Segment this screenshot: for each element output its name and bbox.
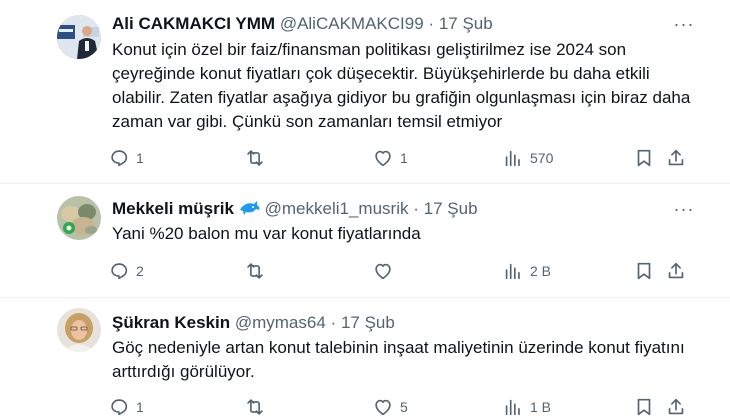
bookmark-icon xyxy=(637,149,651,167)
like-icon xyxy=(375,150,391,167)
tweet-header: Ali CAKMAKCI YMM @AliCAKMAKCI99 · 17 Şub xyxy=(112,14,493,34)
retweet-icon xyxy=(247,150,263,166)
tweet-date[interactable]: 17 Şub xyxy=(424,199,478,218)
reply-icon xyxy=(111,399,128,416)
reply-button[interactable]: 1 xyxy=(108,395,144,419)
author-name[interactable]: Mekkeli müşrik xyxy=(112,199,234,218)
views-icon xyxy=(505,150,520,167)
reply-count: 1 xyxy=(136,399,144,415)
like-button[interactable] xyxy=(372,259,400,283)
bookmark-button[interactable] xyxy=(633,146,655,170)
tweet-actions: 2 2 B xyxy=(108,259,698,283)
avatar[interactable] xyxy=(57,308,101,352)
like-icon xyxy=(375,399,391,416)
view-count: 2 B xyxy=(530,263,552,279)
views-icon xyxy=(505,399,520,416)
like-icon xyxy=(375,263,391,280)
bookmark-button[interactable] xyxy=(633,395,655,419)
reply-button[interactable]: 1 xyxy=(108,146,144,170)
author-handle[interactable]: @AliCAKMAKCI99 xyxy=(280,14,424,33)
tweet-actions: 1 1 570 xyxy=(108,146,698,170)
avatar-image xyxy=(57,308,101,352)
tweet-date[interactable]: 17 Şub xyxy=(439,14,493,33)
tweet-actions: 1 5 1 B xyxy=(108,395,698,419)
avatar[interactable] xyxy=(57,196,101,240)
views-icon xyxy=(505,263,520,280)
retweet-button[interactable] xyxy=(244,259,272,283)
more-icon[interactable]: ··· xyxy=(672,200,696,222)
share-button[interactable] xyxy=(665,395,687,419)
retweet-button[interactable] xyxy=(244,395,272,419)
share-icon xyxy=(668,262,684,279)
bookmark-icon xyxy=(637,262,651,280)
view-count: 1 B xyxy=(530,399,552,415)
share-button[interactable] xyxy=(665,146,687,170)
like-count: 5 xyxy=(400,399,408,415)
separator-dot: · xyxy=(413,199,419,218)
tweet[interactable]: Mekkeli müşrik @mekkeli1_musrik · 17 Şub… xyxy=(0,184,730,297)
separator-dot: · xyxy=(330,313,337,332)
bookmark-button[interactable] xyxy=(633,259,655,283)
avatar[interactable] xyxy=(57,15,101,59)
bookmark-icon xyxy=(637,398,651,416)
more-icon[interactable]: ··· xyxy=(672,15,696,37)
view-count: 570 xyxy=(530,150,554,166)
views-button[interactable]: 570 xyxy=(502,146,553,170)
retweet-button[interactable] xyxy=(244,146,272,170)
views-button[interactable]: 2 B xyxy=(502,259,551,283)
reply-icon xyxy=(111,150,128,167)
retweet-icon xyxy=(247,399,263,415)
tweet-text: Göç nedeniyle artan konut talebinin inşa… xyxy=(112,338,685,381)
tweet-header: Mekkeli müşrik @mekkeli1_musrik · 17 Şub xyxy=(112,199,478,219)
tweet-header: Şükran Keskin @mymas64 · 17 Şub xyxy=(112,313,395,333)
author-name[interactable]: Şükran Keskin xyxy=(112,313,230,332)
like-button[interactable]: 5 xyxy=(372,395,408,419)
like-button[interactable]: 1 xyxy=(372,146,408,170)
dolphin-badge-icon xyxy=(239,201,260,215)
reply-icon xyxy=(111,263,128,280)
reply-count: 2 xyxy=(136,263,144,279)
share-button[interactable] xyxy=(665,259,687,283)
separator-dot: · xyxy=(428,14,435,33)
tweet-date[interactable]: 17 Şub xyxy=(341,313,395,332)
reply-button[interactable]: 2 xyxy=(108,259,144,283)
author-handle[interactable]: @mekkeli1_musrik xyxy=(265,199,409,218)
avatar-image xyxy=(57,15,101,59)
author-name[interactable]: Ali CAKMAKCI YMM xyxy=(112,14,275,33)
like-count: 1 xyxy=(400,150,408,166)
retweet-icon xyxy=(247,263,263,279)
share-icon xyxy=(668,398,684,415)
tweet[interactable]: Ali CAKMAKCI YMM @AliCAKMAKCI99 · 17 Şub… xyxy=(0,0,730,183)
avatar-image xyxy=(57,196,101,240)
share-icon xyxy=(668,149,684,166)
views-button[interactable]: 1 B xyxy=(502,395,551,419)
tweet-text: Yani %20 balon mu var konut fiyatlarında xyxy=(112,224,421,243)
reply-count: 1 xyxy=(136,150,144,166)
tweet-text: Konut için özel bir faiz/finansman polit… xyxy=(112,40,691,131)
author-handle[interactable]: @mymas64 xyxy=(235,313,326,332)
tweet[interactable]: Şükran Keskin @mymas64 · 17 Şub Göç nede… xyxy=(0,298,730,420)
